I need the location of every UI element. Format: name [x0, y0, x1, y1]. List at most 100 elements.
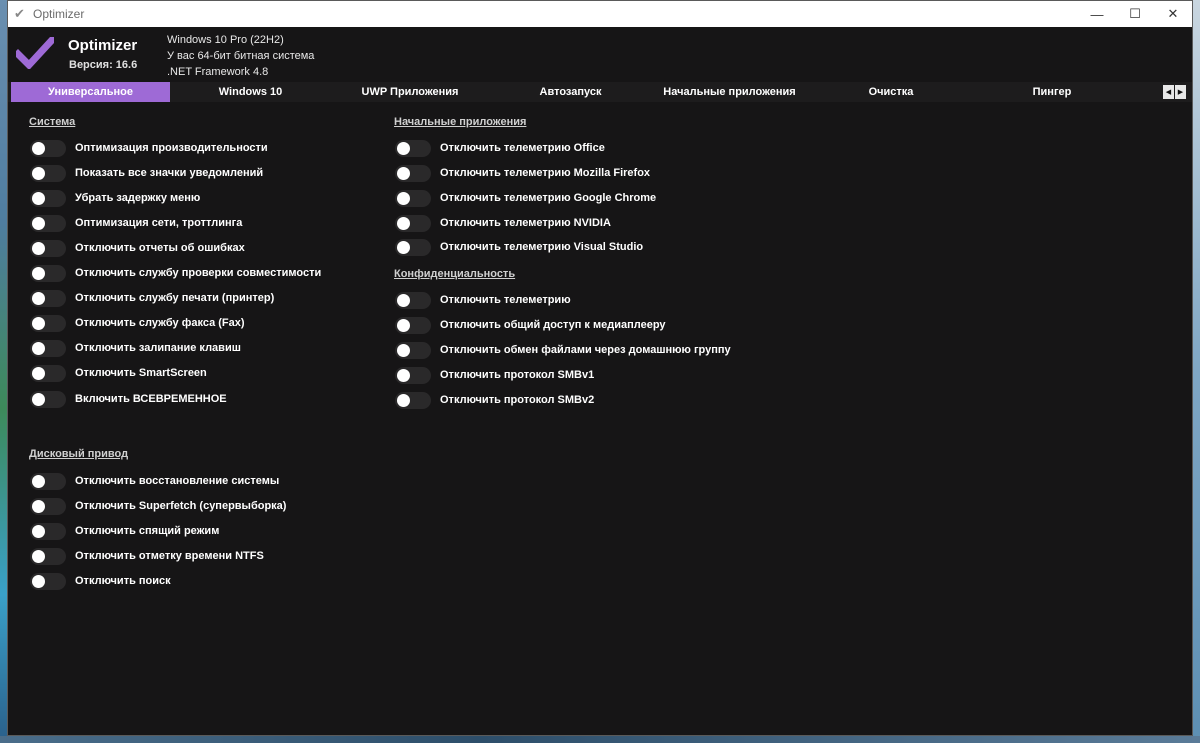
- option-chrome-telemetry[interactable]: Отключить телеметрию Google Chrome: [395, 189, 656, 207]
- option-sticky-keys[interactable]: Отключить залипание клавиш: [30, 339, 241, 357]
- option-tray-icons[interactable]: Показать все значки уведомлений: [30, 164, 263, 182]
- option-search[interactable]: Отключить поиск: [30, 572, 171, 590]
- toggle-switch[interactable]: [395, 291, 431, 309]
- toggle-switch[interactable]: [395, 164, 431, 182]
- option-system-restore[interactable]: Отключить восстановление системы: [30, 472, 279, 490]
- toggle-switch[interactable]: [30, 214, 66, 232]
- toggle-switch[interactable]: [30, 497, 66, 515]
- option-telemetry[interactable]: Отключить телеметрию: [395, 291, 571, 309]
- section-title-startup-apps: Начальные приложения: [394, 116, 527, 128]
- option-print-service[interactable]: Отключить службу печати (принтер): [30, 289, 274, 307]
- option-network-throttling[interactable]: Оптимизация сети, троттлинга: [30, 214, 242, 232]
- tab-pinger[interactable]: Пингер: [975, 82, 1129, 102]
- toggle-switch[interactable]: [395, 189, 431, 207]
- option-label: Отключить обмен файлами через домашнюю г…: [440, 344, 731, 356]
- minimize-button[interactable]: —: [1078, 1, 1116, 27]
- option-office-telemetry[interactable]: Отключить телеметрию Office: [395, 139, 605, 157]
- app-name: Optimizer: [68, 37, 138, 54]
- option-label: Отключить телеметрию Visual Studio: [440, 241, 644, 253]
- option-label: Отключить телеметрию Mozilla Firefox: [440, 167, 651, 179]
- tab-windows-10[interactable]: Windows 10: [170, 82, 331, 102]
- close-button[interactable]: ✕: [1154, 1, 1192, 27]
- option-vs-telemetry[interactable]: Отключить телеметрию Visual Studio: [395, 238, 643, 256]
- option-smbv2[interactable]: Отключить протокол SMBv2: [395, 391, 594, 409]
- options-panel: Система Оптимизация производительности П…: [8, 102, 1192, 735]
- system-info: Windows 10 Pro (22H2) У вас 64-бит битна…: [167, 32, 314, 80]
- toggle-switch[interactable]: [30, 189, 66, 207]
- toggle-switch[interactable]: [30, 139, 66, 157]
- window-controls: — ☐ ✕: [1078, 1, 1192, 27]
- toggle-switch[interactable]: [395, 214, 431, 232]
- tab-bar: Универсальное Windows 10 UWP Приложения …: [8, 82, 1192, 102]
- option-label: Отключить Superfetch (супервыборка): [75, 500, 287, 512]
- toggle-switch[interactable]: [30, 264, 66, 282]
- option-label: Отключить телеметрию Google Chrome: [440, 192, 657, 204]
- option-label: Показать все значки уведомлений: [75, 167, 264, 179]
- option-label: Включить ВСЕВРЕМЕННОЕ: [75, 393, 227, 405]
- tab-scroll-left-icon[interactable]: ◀: [1163, 85, 1174, 99]
- option-smartscreen[interactable]: Отключить SmartScreen: [30, 364, 207, 382]
- toggle-switch[interactable]: [30, 239, 66, 257]
- system-architecture: У вас 64-бит битная система: [167, 50, 315, 62]
- tab-scroll-buttons: ◀ ▶: [1163, 85, 1186, 99]
- option-label: Отключить службу факса (Fax): [75, 317, 245, 329]
- option-label: Отключить отметку времени NTFS: [75, 550, 264, 562]
- option-label: Оптимизация сети, троттлинга: [75, 217, 243, 229]
- tab-cleanup[interactable]: Очистка: [807, 82, 975, 102]
- toggle-switch[interactable]: [30, 289, 66, 307]
- toggle-switch[interactable]: [395, 238, 431, 256]
- toggle-switch[interactable]: [30, 572, 66, 590]
- tab-universal[interactable]: Универсальное: [11, 82, 170, 102]
- toggle-switch[interactable]: [395, 316, 431, 334]
- maximize-button[interactable]: ☐: [1116, 1, 1154, 27]
- option-homegroup[interactable]: Отключить обмен файлами через домашнюю г…: [395, 341, 731, 359]
- option-label: Убрать задержку меню: [75, 192, 201, 204]
- option-nvidia-telemetry[interactable]: Отключить телеметрию NVIDIA: [395, 214, 611, 232]
- section-title-disk: Дисковый привод: [29, 448, 129, 460]
- tab-uwp-apps[interactable]: UWP Приложения: [331, 82, 489, 102]
- option-fax-service[interactable]: Отключить службу факса (Fax): [30, 314, 245, 332]
- option-performance[interactable]: Оптимизация производительности: [30, 139, 268, 157]
- option-error-reporting[interactable]: Отключить отчеты об ошибках: [30, 239, 245, 257]
- toggle-switch[interactable]: [30, 522, 66, 540]
- toggle-switch[interactable]: [395, 366, 431, 384]
- toggle-switch[interactable]: [30, 390, 66, 408]
- option-menu-delay[interactable]: Убрать задержку меню: [30, 189, 200, 207]
- option-label: Отключить залипание клавиш: [75, 342, 241, 354]
- toggle-switch[interactable]: [30, 472, 66, 490]
- toggle-switch[interactable]: [30, 547, 66, 565]
- desktop-right-edge: [1192, 0, 1200, 743]
- option-label: Отключить протокол SMBv1: [440, 369, 595, 381]
- tab-startup-apps[interactable]: Начальные приложения: [652, 82, 807, 102]
- option-compatibility-service[interactable]: Отключить службу проверки совместимости: [30, 264, 321, 282]
- option-ntfs-timestamp[interactable]: Отключить отметку времени NTFS: [30, 547, 264, 565]
- option-firefox-telemetry[interactable]: Отключить телеметрию Mozilla Firefox: [395, 164, 650, 182]
- toggle-switch[interactable]: [395, 341, 431, 359]
- section-title-system: Система: [29, 116, 76, 128]
- option-enable-all-temp[interactable]: Включить ВСЕВРЕМЕННОЕ: [30, 390, 227, 408]
- option-label: Оптимизация производительности: [75, 142, 268, 154]
- checkmark-icon: ✔: [14, 6, 25, 21]
- logo-checkmark-icon: [16, 37, 54, 69]
- toggle-switch[interactable]: [395, 391, 431, 409]
- toggle-switch[interactable]: [395, 139, 431, 157]
- toggle-switch[interactable]: [30, 339, 66, 357]
- option-label: Отключить службу проверки совместимости: [75, 267, 322, 279]
- tab-autostart[interactable]: Автозапуск: [489, 82, 652, 102]
- framework-version: .NET Framework 4.8: [167, 66, 269, 78]
- toggle-switch[interactable]: [30, 164, 66, 182]
- option-superfetch[interactable]: Отключить Superfetch (супервыборка): [30, 497, 286, 515]
- option-hibernate[interactable]: Отключить спящий режим: [30, 522, 219, 540]
- option-label: Отключить протокол SMBv2: [440, 394, 595, 406]
- option-label: Отключить спящий режим: [75, 525, 220, 537]
- option-label: Отключить службу печати (принтер): [75, 292, 275, 304]
- toggle-switch[interactable]: [30, 364, 66, 382]
- option-smbv1[interactable]: Отключить протокол SMBv1: [395, 366, 594, 384]
- tab-scroll-right-icon[interactable]: ▶: [1175, 85, 1186, 99]
- os-version: Windows 10 Pro (22H2): [167, 34, 284, 46]
- desktop-bottom-edge: [0, 736, 1200, 743]
- toggle-switch[interactable]: [30, 314, 66, 332]
- option-media-sharing[interactable]: Отключить общий доступ к медиаплееру: [395, 316, 666, 334]
- title-bar[interactable]: ✔ Optimizer — ☐ ✕: [8, 1, 1192, 27]
- desktop-left-edge: [0, 0, 7, 743]
